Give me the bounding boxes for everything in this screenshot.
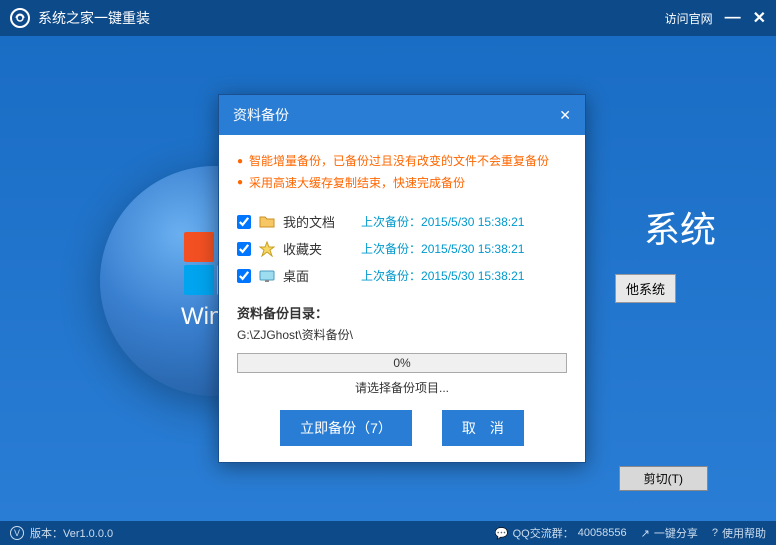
backup-dir-path: G:\ZJGhost\资料备份\ [237,326,567,343]
share-icon: ↗ [641,527,650,540]
info-bullet: 智能增量备份，已备份过且没有改变的文件不会重复备份 [237,151,567,173]
item-label: 收藏夹 [283,239,353,258]
backup-item-documents: 我的文档 上次备份：2015/5/30 15:38:21 [237,208,567,235]
version-icon: V [10,526,24,540]
version-label: 版本：Ver1.0.0.0 [30,525,113,541]
item-label: 桌面 [283,266,353,285]
other-system-button[interactable]: 他系统 [615,274,676,303]
context-cut-button[interactable]: 剪切(T) [619,466,708,491]
speech-icon: 💬 [495,527,509,540]
dialog-title: 资料备份 [233,105,289,125]
progress-percent: 0% [238,354,566,372]
desktop-checkbox[interactable] [237,269,251,283]
progress-hint: 请选择备份项目... [237,379,567,396]
documents-checkbox[interactable] [237,215,251,229]
backup-dialog: 资料备份 ✕ 智能增量备份，已备份过且没有改变的文件不会重复备份 采用高速大缓存… [218,94,586,463]
system-heading: 系统 [644,201,716,253]
item-last-backup: 上次备份：2015/5/30 15:38:21 [361,213,524,230]
titlebar: 系统之家一键重装 访问官网 — ✕ [0,0,776,36]
main-area: Windo 系统 他系统 资料备份 ✕ 智能增量备份，已备份过且没有改变的文件不… [0,36,776,521]
backup-item-favorites: 收藏夹 上次备份：2015/5/30 15:38:21 [237,235,567,262]
item-last-backup: 上次备份：2015/5/30 15:38:21 [361,267,524,284]
app-title: 系统之家一键重装 [38,8,665,28]
app-logo-icon [10,8,30,28]
minimize-button[interactable]: — [725,9,741,27]
qq-group-link[interactable]: 💬QQ交流群：40058556 [495,525,627,541]
share-link[interactable]: ↗一键分享 [641,525,698,541]
info-bullet: 采用高速大缓存复制结束，快速完成备份 [237,173,567,195]
progress-bar: 0% [237,353,567,373]
item-label: 我的文档 [283,212,353,231]
visit-site-link[interactable]: 访问官网 [665,10,713,27]
desktop-icon [259,268,275,284]
backup-now-button[interactable]: 立即备份（7） [280,410,412,446]
info-bullets: 智能增量备份，已备份过且没有改变的文件不会重复备份 采用高速大缓存复制结束，快速… [237,151,567,194]
cancel-button[interactable]: 取 消 [442,410,524,446]
favorites-checkbox[interactable] [237,242,251,256]
close-button[interactable]: ✕ [753,8,766,28]
dialog-header: 资料备份 ✕ [219,95,585,135]
backup-item-desktop: 桌面 上次备份：2015/5/30 15:38:21 [237,262,567,289]
help-icon: ? [712,527,718,539]
dialog-close-icon[interactable]: ✕ [559,107,571,124]
help-link[interactable]: ?使用帮助 [712,525,766,541]
item-last-backup: 上次备份：2015/5/30 15:38:21 [361,240,524,257]
status-bar: V 版本：Ver1.0.0.0 💬QQ交流群：40058556 ↗一键分享 ?使… [0,521,776,545]
backup-dir-label: 资料备份目录： [237,303,567,322]
favorites-icon [259,241,275,257]
backup-items: 我的文档 上次备份：2015/5/30 15:38:21 收藏夹 上次备份：20… [237,208,567,289]
folder-icon [259,214,275,230]
